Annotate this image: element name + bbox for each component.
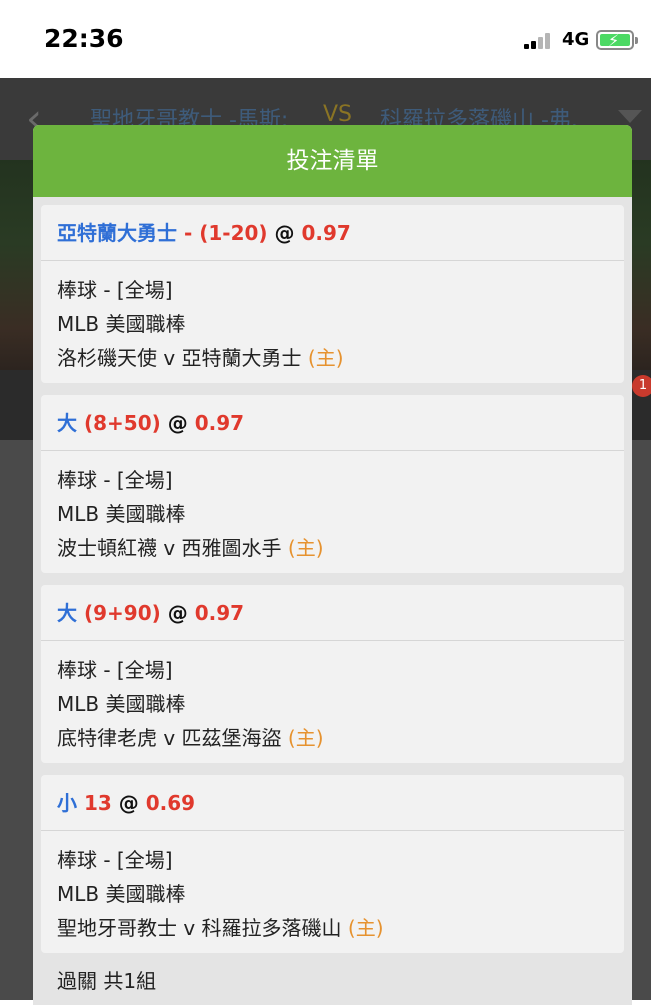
at-symbol: @	[160, 411, 195, 435]
match-line: 底特律老虎 v 匹茲堡海盜 (主)	[57, 721, 608, 755]
bet-selection-line: 大 (9+90) @ 0.97	[41, 585, 624, 641]
bet-selection: 大	[57, 601, 77, 625]
at-symbol: @	[267, 221, 302, 245]
home-tag: (主)	[287, 536, 324, 560]
bet-card[interactable]: 小 13 @ 0.69 棒球 - [全場] MLB 美國職棒 聖地牙哥教士 v …	[41, 775, 624, 953]
bet-card[interactable]: 大 (9+90) @ 0.97 棒球 - [全場] MLB 美國職棒 底特律老虎…	[41, 585, 624, 763]
sport-period: 棒球 - [全場]	[57, 848, 173, 872]
home-tag: (主)	[307, 346, 344, 370]
bet-selection-line: 小 13 @ 0.69	[41, 775, 624, 831]
signal-strength-icon	[524, 33, 554, 49]
charging-bolt-icon: ⚡	[608, 31, 620, 50]
sport-period: 棒球 - [全場]	[57, 658, 173, 682]
match-line: 洛杉磯天使 v 亞特蘭大勇士 (主)	[57, 341, 608, 375]
bet-details: 棒球 - [全場] MLB 美國職棒 聖地牙哥教士 v 科羅拉多落磯山 (主)	[41, 831, 624, 953]
sport-period: 棒球 - [全場]	[57, 468, 173, 492]
home-tag: (主)	[287, 726, 324, 750]
bet-handicap: - (1-20)	[177, 221, 268, 245]
bet-odds: 0.97	[301, 221, 351, 245]
bet-details: 棒球 - [全場] MLB 美國職棒 洛杉磯天使 v 亞特蘭大勇士 (主)	[41, 261, 624, 383]
at-symbol: @	[160, 601, 195, 625]
bet-details: 棒球 - [全場] MLB 美國職棒 波士頓紅襪 v 西雅圖水手 (主)	[41, 451, 624, 573]
match-line: 聖地牙哥教士 v 科羅拉多落磯山 (主)	[57, 911, 608, 945]
status-time: 22:36	[44, 24, 124, 53]
bet-card[interactable]: 大 (8+50) @ 0.97 棒球 - [全場] MLB 美國職棒 波士頓紅襪…	[41, 395, 624, 573]
bet-handicap: 13	[77, 791, 112, 815]
bet-selection-line: 亞特蘭大勇士 - (1-20) @ 0.97	[41, 205, 624, 261]
bet-odds: 0.97	[194, 411, 245, 435]
network-type: 4G	[562, 29, 590, 50]
league-name: MLB 美國職棒	[57, 692, 186, 716]
league-name: MLB 美國職棒	[57, 312, 186, 336]
bet-slip-modal: 投注清單 亞特蘭大勇士 - (1-20) @ 0.97 棒球 - [全場] ML…	[33, 125, 632, 1005]
bet-selection: 亞特蘭大勇士	[57, 221, 177, 245]
vs-label: VS	[323, 102, 353, 127]
bet-slip-title: 投注清單	[33, 125, 632, 197]
bet-details: 棒球 - [全場] MLB 美國職棒 底特律老虎 v 匹茲堡海盜 (主)	[41, 641, 624, 763]
parlay-summary: 過關 共1組	[57, 969, 157, 993]
sport-period: 棒球 - [全場]	[57, 278, 173, 302]
bet-count-badge: 1	[632, 375, 651, 397]
match-teams: 底特律老虎 v 匹茲堡海盜	[57, 726, 288, 750]
league-name: MLB 美國職棒	[57, 502, 186, 526]
match-teams: 波士頓紅襪 v 西雅圖水手	[57, 536, 288, 560]
bet-odds: 0.97	[194, 601, 245, 625]
bet-odds: 0.69	[145, 791, 196, 815]
bet-selection-line: 大 (8+50) @ 0.97	[41, 395, 624, 451]
home-tag: (主)	[347, 916, 384, 940]
battery-icon: ⚡	[596, 30, 638, 50]
bet-handicap: (8+50)	[77, 411, 161, 435]
bet-card[interactable]: 亞特蘭大勇士 - (1-20) @ 0.97 棒球 - [全場] MLB 美國職…	[41, 205, 624, 383]
match-teams: 聖地牙哥教士 v 科羅拉多落磯山	[57, 916, 348, 940]
bet-handicap: (9+90)	[77, 601, 161, 625]
league-name: MLB 美國職棒	[57, 882, 186, 906]
bet-selection: 大	[57, 411, 77, 435]
at-symbol: @	[111, 791, 146, 815]
status-bar: 22:36 4G ⚡	[0, 0, 651, 78]
match-teams: 洛杉磯天使 v 亞特蘭大勇士	[57, 346, 308, 370]
bet-selection: 小	[57, 791, 77, 815]
chevron-down-icon[interactable]	[618, 110, 642, 123]
match-line: 波士頓紅襪 v 西雅圖水手 (主)	[57, 531, 608, 565]
